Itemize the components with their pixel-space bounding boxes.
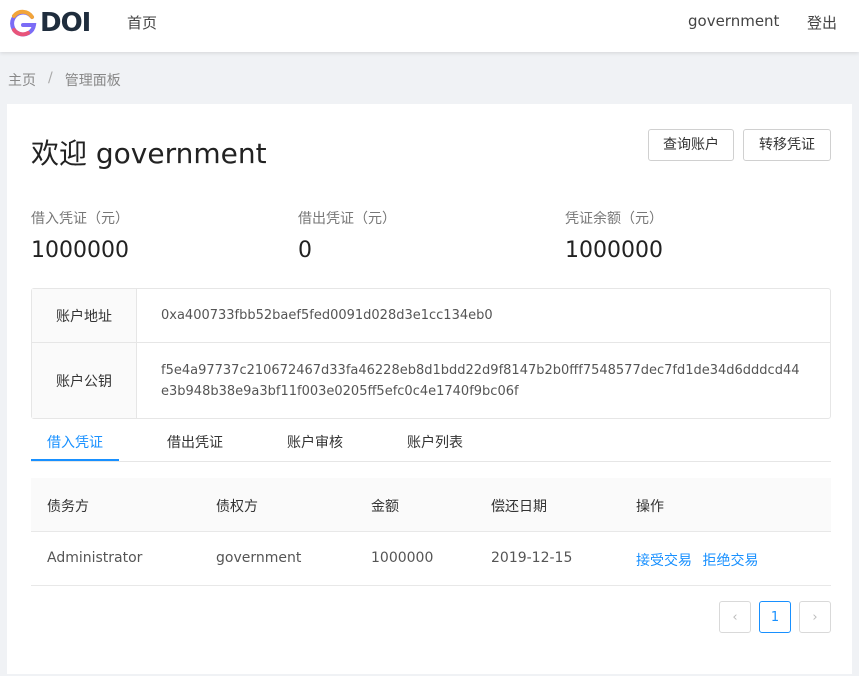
column-header: 金额 xyxy=(371,499,399,515)
column-header: 债务方 xyxy=(47,499,89,515)
actions-cell: 接受交易 拒绝交易 xyxy=(636,550,764,570)
transfer-voucher-button[interactable]: 转移凭证 xyxy=(743,129,831,161)
breadcrumb-current: 管理面板 xyxy=(64,73,121,89)
tab-borrowed-vouchers[interactable]: 借入凭证 xyxy=(47,432,103,452)
page-title: 欢迎 government xyxy=(31,137,267,170)
amount-cell: 1000000 xyxy=(371,550,434,566)
logout-link[interactable]: 登出 xyxy=(807,12,837,33)
breadcrumb-home[interactable]: 主页 xyxy=(8,70,36,90)
stat-label: 借入凭证（元） xyxy=(31,211,129,227)
logo[interactable]: DOI xyxy=(8,8,91,38)
account-address-label: 账户地址 xyxy=(32,289,137,342)
account-pubkey-label: 账户公钥 xyxy=(32,343,137,418)
stat-value: 1000000 xyxy=(31,238,129,263)
active-tab-indicator xyxy=(31,459,119,461)
prev-page-button[interactable]: ‹ xyxy=(719,601,751,633)
tab-account-review[interactable]: 账户审核 xyxy=(287,432,343,452)
logo-text: DOI xyxy=(40,8,91,38)
tab-account-list[interactable]: 账户列表 xyxy=(407,432,463,452)
debtor-cell: Administrator xyxy=(47,550,143,566)
reject-transaction-link[interactable]: 拒绝交易 xyxy=(702,553,758,569)
due-date-cell: 2019-12-15 xyxy=(491,550,573,566)
stat-lent: 借出凭证（元） 0 xyxy=(298,208,396,263)
account-pubkey-value: f5e4a97737c210672467d33fa46228eb8d1bdd22… xyxy=(161,362,800,399)
stat-borrowed: 借入凭证（元） 1000000 xyxy=(31,208,129,263)
column-header: 操作 xyxy=(636,499,664,515)
next-page-button[interactable]: › xyxy=(799,601,831,633)
nav-home-link[interactable]: 首页 xyxy=(127,12,157,33)
account-pubkey-row: 账户公钥 f5e4a97737c210672467d33fa46228eb8d1… xyxy=(32,343,830,418)
stat-value: 0 xyxy=(298,238,312,263)
account-address-row: 账户地址 0xa400733fbb52baef5fed0091d028d3e1c… xyxy=(32,289,830,343)
page-number-button[interactable]: 1 xyxy=(759,601,791,633)
logo-icon xyxy=(10,9,37,37)
breadcrumb-separator: / xyxy=(48,70,53,86)
query-account-button[interactable]: 查询账户 xyxy=(648,129,734,161)
dashboard-card: 欢迎 government 查询账户 转移凭证 借入凭证（元） 1000000 … xyxy=(7,104,852,674)
column-header: 债权方 xyxy=(216,499,258,515)
tab-lent-vouchers[interactable]: 借出凭证 xyxy=(167,432,223,452)
tab-bar: 借入凭证 借出凭证 账户审核 账户列表 xyxy=(31,428,831,462)
creditor-cell: government xyxy=(216,550,302,566)
top-navbar: DOI 首页 government 登出 xyxy=(0,0,859,52)
stat-label: 借出凭证（元） xyxy=(298,211,396,227)
breadcrumb: 主页 / 管理面板 xyxy=(8,70,121,90)
accept-transaction-link[interactable]: 接受交易 xyxy=(636,553,692,569)
stat-value: 1000000 xyxy=(565,238,663,263)
table-row: Administrator government 1000000 2019-12… xyxy=(31,532,831,586)
account-info-table: 账户地址 0xa400733fbb52baef5fed0091d028d3e1c… xyxy=(31,288,831,419)
stat-balance: 凭证余额（元） 1000000 xyxy=(565,208,663,263)
nav-user-name[interactable]: government xyxy=(688,12,779,30)
column-header: 偿还日期 xyxy=(491,499,547,515)
account-address-value: 0xa400733fbb52baef5fed0091d028d3e1cc134e… xyxy=(161,308,493,323)
voucher-table: 债务方 债权方 金额 偿还日期 操作 Administrator governm… xyxy=(31,478,831,586)
table-header: 债务方 债权方 金额 偿还日期 操作 xyxy=(31,478,831,532)
stat-label: 凭证余额（元） xyxy=(565,211,663,227)
